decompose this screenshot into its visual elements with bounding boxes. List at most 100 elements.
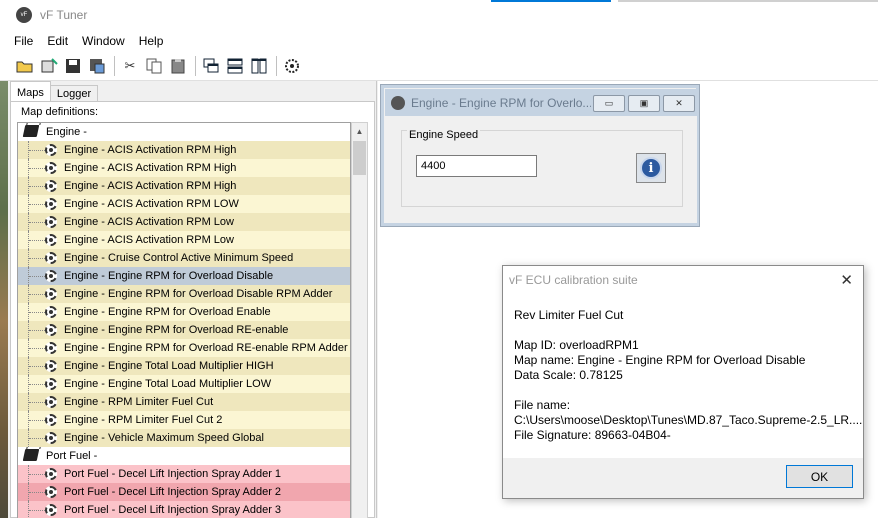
tree-item[interactable]: Engine - ACIS Activation RPM High — [18, 141, 350, 159]
map-gear-icon — [45, 378, 57, 390]
map-id-text: Map ID: overloadRPM1 — [514, 338, 639, 352]
dialog-body: Rev Limiter Fuel Cut Map ID: overloadRPM… — [503, 294, 863, 458]
dialog-titlebar[interactable]: vF ECU calibration suite ✕ — [503, 266, 863, 294]
tree-connector — [29, 420, 45, 421]
tree-item[interactable]: Engine - Vehicle Maximum Speed Global — [18, 429, 350, 447]
tree-connector — [29, 312, 45, 313]
tree-item[interactable]: Engine - ACIS Activation RPM Low — [18, 213, 350, 231]
map-gear-icon — [45, 252, 57, 264]
tab-maps[interactable]: Maps — [10, 81, 51, 101]
info-button[interactable]: i — [636, 153, 666, 183]
tree-item[interactable]: Engine - ACIS Activation RPM LOW — [18, 195, 350, 213]
close-icon[interactable]: ✕ — [663, 95, 695, 112]
data-scale-text: Data Scale: 0.78125 — [514, 368, 623, 382]
tree-item[interactable]: Engine - ACIS Activation RPM High — [18, 177, 350, 195]
tree-item[interactable]: Engine - Engine RPM for Overload RE-enab… — [18, 321, 350, 339]
map-gear-icon — [45, 180, 57, 192]
tree-item[interactable]: Engine - RPM Limiter Fuel Cut 2 — [18, 411, 350, 429]
tree-item[interactable]: Engine - Engine RPM for Overload Disable — [18, 267, 350, 285]
tree-connector — [29, 186, 45, 187]
toolbar-separator — [195, 55, 196, 76]
tree-connector — [29, 168, 45, 169]
tree-item[interactable]: Port Fuel - Decel Lift Injection Spray A… — [18, 465, 350, 483]
toolbar-separator — [114, 55, 115, 76]
tree-item-label: Port Fuel - Decel Lift Injection Spray A… — [64, 486, 282, 498]
maps-tab-body: Map definitions: Engine - Engine - ACIS A… — [10, 101, 375, 518]
tree-item[interactable]: Engine - RPM Limiter Fuel Cut — [18, 393, 350, 411]
vf-logo-icon — [391, 95, 405, 110]
tree-connector — [29, 510, 45, 511]
window-title: vF Tuner — [40, 8, 88, 22]
tree-item-label: Engine - Engine RPM for Overload RE-enab… — [64, 324, 289, 336]
tree-item[interactable]: Engine - Engine RPM for Overload RE-enab… — [18, 339, 350, 357]
tree-item-label: Engine - Engine Total Load Multiplier HI… — [64, 360, 274, 372]
tree-connector — [29, 492, 45, 493]
scroll-up-icon[interactable]: ▲ — [352, 123, 367, 140]
tree-item-label: Engine - ACIS Activation RPM High — [64, 144, 237, 156]
open-file-icon[interactable] — [40, 57, 58, 75]
toolbar: ✂ — [0, 51, 878, 81]
ok-button[interactable]: OK — [786, 465, 853, 488]
open-folder-icon[interactable] — [16, 57, 34, 75]
map-gear-icon — [45, 324, 57, 336]
desktop-background — [0, 81, 8, 518]
tree-group[interactable]: Engine - — [18, 123, 350, 141]
cascade-icon[interactable] — [202, 57, 220, 75]
map-tree[interactable]: Engine - Engine - ACIS Activation RPM Hig… — [17, 122, 351, 518]
menu-file[interactable]: File — [14, 34, 33, 48]
vf-logo-icon: vF — [16, 7, 32, 23]
close-icon[interactable]: ✕ — [840, 271, 853, 289]
title-bar: vF vF Tuner — [0, 0, 878, 30]
menu-edit[interactable]: Edit — [47, 34, 68, 48]
tree-item[interactable]: Port Fuel - Decel Lift Injection Spray A… — [18, 501, 350, 518]
minimize-icon[interactable]: ▭ — [593, 95, 625, 112]
map-gear-icon — [45, 360, 57, 372]
restore-icon[interactable]: ▣ — [628, 95, 660, 112]
tree-connector — [29, 150, 45, 151]
tree-connector — [29, 438, 45, 439]
dialog-title: vF ECU calibration suite — [509, 273, 638, 287]
tree-item[interactable]: Engine - Engine RPM for Overload Enable — [18, 303, 350, 321]
tree-scrollbar[interactable]: ▲ — [351, 122, 368, 518]
tree-item[interactable]: Port Fuel - Decel Lift Injection Spray A… — [18, 483, 350, 501]
tree-item[interactable]: Engine - Cruise Control Active Minimum S… — [18, 249, 350, 267]
cut-icon[interactable]: ✂ — [121, 57, 139, 75]
paste-icon[interactable] — [169, 57, 187, 75]
tree-item-label: Engine - RPM Limiter Fuel Cut — [64, 396, 214, 408]
title-divider — [618, 0, 878, 2]
tree-item[interactable]: Engine - Engine Total Load Multiplier LO… — [18, 375, 350, 393]
tile-horizontal-icon[interactable] — [226, 57, 244, 75]
map-gear-icon — [45, 216, 57, 228]
menu-window[interactable]: Window — [82, 34, 125, 48]
tree-item-label: Engine - ACIS Activation RPM Low — [64, 234, 234, 246]
scroll-thumb[interactable] — [353, 141, 366, 175]
tree-item[interactable]: Engine - ACIS Activation RPM Low — [18, 231, 350, 249]
tree-item-label: Engine - ACIS Activation RPM LOW — [64, 198, 239, 210]
file-name-label: File name: — [514, 398, 571, 412]
tree-group-label: Port Fuel - — [46, 450, 98, 462]
tree-item[interactable]: Engine - ACIS Activation RPM High — [18, 159, 350, 177]
map-gear-icon — [45, 486, 57, 498]
save-as-icon[interactable] — [88, 57, 106, 75]
map-gear-icon — [45, 288, 57, 300]
tab-logger[interactable]: Logger — [49, 85, 99, 101]
tree-group[interactable]: Port Fuel - — [18, 447, 350, 465]
tree-item-label: Engine - Cruise Control Active Minimum S… — [64, 252, 294, 264]
save-icon[interactable] — [64, 57, 82, 75]
tree-connector — [29, 294, 45, 295]
tree-item-label: Engine - Engine RPM for Overload Enable — [64, 306, 271, 318]
copy-icon[interactable] — [145, 57, 163, 75]
map-editor-titlebar[interactable]: Engine - Engine RPM for Overlo... ▭ ▣ ✕ — [385, 89, 697, 116]
menu-help[interactable]: Help — [139, 34, 164, 48]
tree-connector — [29, 474, 45, 475]
tree-item-label: Engine - Engine RPM for Overload Disable — [64, 270, 274, 282]
settings-gear-icon[interactable] — [283, 57, 301, 75]
tree-item[interactable]: Engine - Engine Total Load Multiplier HI… — [18, 357, 350, 375]
tree-connector — [29, 204, 45, 205]
engine-speed-input[interactable]: 4400 — [416, 155, 537, 177]
map-panel: Maps Logger Map definitions: Engine - Eng… — [8, 81, 377, 518]
file-signature-text: File Signature: 89663-04B04- — [514, 428, 671, 442]
tile-vertical-icon[interactable] — [250, 57, 268, 75]
map-gear-icon — [45, 270, 57, 282]
tree-item[interactable]: Engine - Engine RPM for Overload Disable… — [18, 285, 350, 303]
